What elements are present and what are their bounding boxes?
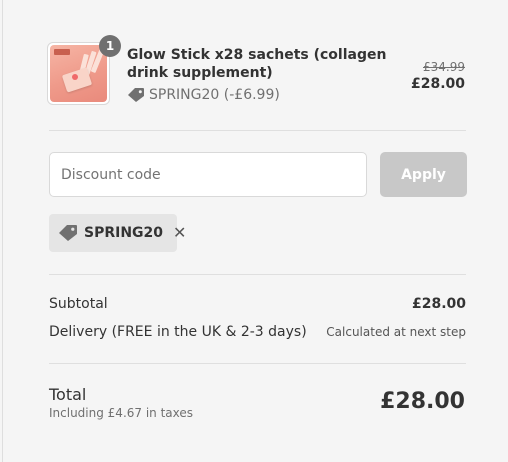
product-discount-text: SPRING20 (-£6.99) — [149, 87, 280, 103]
product-image — [50, 45, 107, 102]
divider — [49, 274, 466, 275]
divider — [49, 363, 466, 364]
quantity-badge: 1 — [99, 35, 121, 57]
delivery-row: Delivery (FREE in the UK & 2-3 days) Cal… — [49, 324, 466, 340]
discount-code-input[interactable] — [49, 152, 367, 197]
order-summary-panel: 1 Glow Stick x28 sachets (collagen drink… — [2, 0, 508, 462]
discount-tag-icon — [127, 87, 145, 103]
apply-discount-button[interactable]: Apply — [380, 152, 467, 197]
product-title: Glow Stick x28 sachets (collagen drink s… — [127, 47, 387, 81]
total-label: Total — [49, 385, 87, 404]
subtotal-label: Subtotal — [49, 296, 108, 312]
subtotal-value: £28.00 — [411, 296, 466, 312]
total-value: £28.00 — [380, 389, 465, 414]
divider — [49, 130, 466, 131]
product-discount-line: SPRING20 (-£6.99) — [127, 87, 280, 103]
tax-note: Including £4.67 in taxes — [49, 406, 194, 420]
delivery-value: Calculated at next step — [326, 325, 466, 339]
product-image-dot — [72, 74, 78, 80]
discount-tag-icon — [58, 224, 78, 242]
applied-discount-code: SPRING20 — [84, 225, 164, 241]
product-image-box — [61, 67, 93, 93]
applied-discount-chip: SPRING20 ✕ — [49, 214, 186, 252]
product-image-logo-mark — [54, 49, 70, 55]
original-price: £34.99 — [423, 60, 465, 74]
subtotal-row: Subtotal £28.00 — [49, 296, 466, 312]
delivery-label: Delivery (FREE in the UK & 2-3 days) — [49, 324, 307, 340]
item-price: £28.00 — [410, 76, 465, 92]
remove-discount-close-icon[interactable]: ✕ — [173, 225, 186, 241]
